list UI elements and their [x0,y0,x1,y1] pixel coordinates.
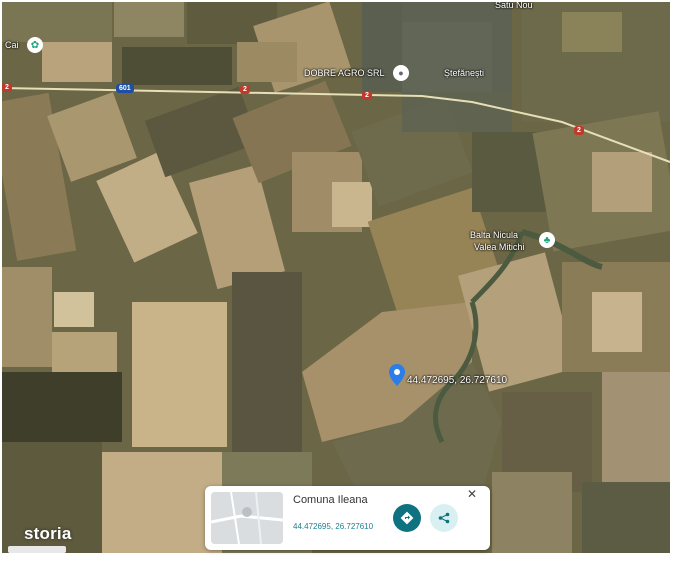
pin-glyph-icon: ● [398,68,404,78]
location-pin-icon[interactable] [389,364,405,386]
road-shield: 2 [240,85,250,94]
thumbnail-sketch [211,492,283,544]
flower-icon: ✿ [30,39,40,51]
satellite-map[interactable]: Satu Nou Cai ✿ DOBRE AGRO SRL ● Ștefăneș… [2,2,670,553]
share-icon [438,512,450,524]
share-button[interactable] [430,504,458,532]
lake-marker-icon[interactable]: ♣ [539,232,555,248]
card-title: Comuna Ileana [293,494,368,506]
field-patchwork [2,2,670,553]
place-label-cai: Cai [5,40,19,50]
close-icon[interactable]: ✕ [465,487,479,501]
place-label-stefanesti: Ștefănești [444,68,485,78]
directions-icon [400,511,414,525]
place-label-dobre-agro: DOBRE AGRO SRL [304,68,385,78]
place-label-balta-line1: Balta Nicula [470,230,519,240]
directions-button[interactable] [393,504,421,532]
place-label-satu-nou: Satu Nou [495,2,533,10]
road-shield: 601 [116,84,134,93]
road-shield: 2 [2,83,12,92]
pin-coordinates-label: 44.472695, 26.727610 [407,375,508,386]
road-shield: 2 [362,91,372,100]
road-shield: 2 [574,126,584,135]
map-thumbnail[interactable] [211,492,283,544]
card-coordinates: 44.472695, 26.727610 [293,522,374,531]
place-marker-icon[interactable]: ✿ [27,37,43,53]
business-marker-icon[interactable]: ● [393,65,409,81]
place-label-balta-line2: Valea Mitichi [474,242,525,252]
location-card: Comuna Ileana 44.472695, 26.727610 ✕ [205,486,490,550]
brand-logo: storia [24,524,72,543]
map-attribution [8,546,66,553]
tree-icon: ♣ [543,234,551,246]
